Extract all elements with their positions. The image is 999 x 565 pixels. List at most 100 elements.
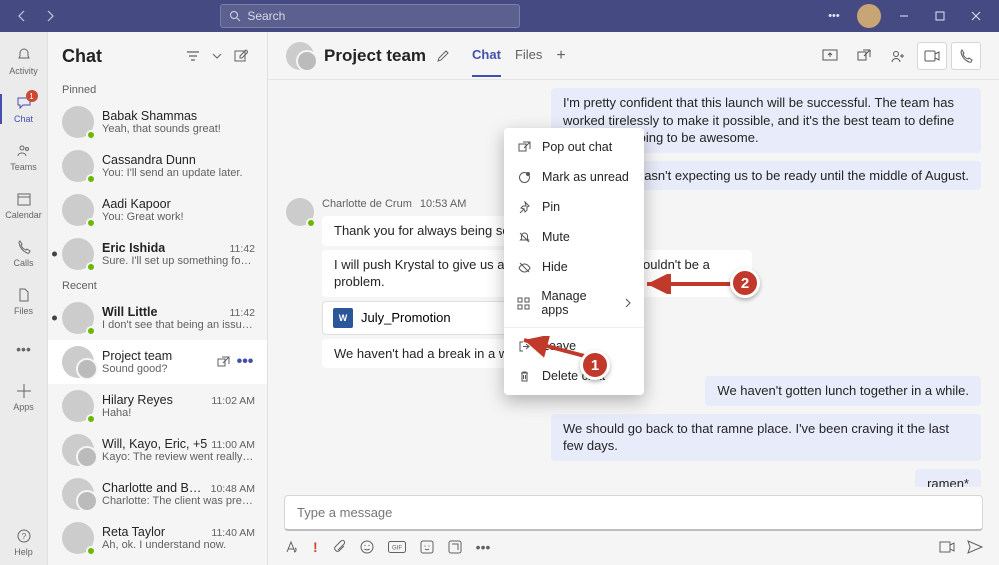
chat-list-item[interactable]: Project teamSound good?••• bbox=[48, 340, 267, 384]
ctx-pin[interactable]: Pin bbox=[504, 192, 644, 222]
minimize-button[interactable] bbox=[891, 3, 917, 29]
ctx-mute[interactable]: Mute bbox=[504, 222, 644, 252]
rail-apps[interactable]: Apps bbox=[0, 374, 48, 420]
chat-preview: You: I'll send an update later. bbox=[102, 167, 255, 179]
audio-call-button[interactable] bbox=[951, 42, 981, 70]
screen-share-icon[interactable] bbox=[815, 42, 845, 70]
chat-badge: 1 bbox=[26, 90, 38, 102]
ctx-label: Pin bbox=[542, 200, 560, 214]
pin-icon bbox=[516, 199, 532, 215]
avatar bbox=[62, 434, 94, 466]
ctx-popout[interactable]: Pop out chat bbox=[504, 132, 644, 162]
edit-icon[interactable] bbox=[436, 49, 450, 63]
sender-avatar bbox=[286, 198, 314, 226]
chat-list-item[interactable]: Hilary Reyes11:02 AMHaha! bbox=[48, 384, 267, 428]
annotation-badge-2: 2 bbox=[730, 268, 760, 298]
avatar bbox=[62, 106, 94, 138]
rail-calls[interactable]: Calls bbox=[0, 230, 48, 276]
tab-files[interactable]: Files bbox=[515, 35, 542, 77]
ctx-label: Manage apps bbox=[541, 289, 614, 317]
gif-icon[interactable]: GIF bbox=[388, 541, 406, 553]
ctx-label: Mark as unread bbox=[542, 170, 629, 184]
chat-list-item[interactable]: Will Little11:42I don't see that being a… bbox=[48, 296, 267, 340]
emoji-icon[interactable] bbox=[360, 540, 374, 554]
sticker-icon[interactable] bbox=[420, 540, 434, 554]
chat-name: Babak Shammas bbox=[102, 109, 197, 123]
chat-preview: Haha! bbox=[102, 407, 255, 419]
more-icon[interactable]: ••• bbox=[476, 539, 491, 555]
chat-time: 11:40 AM bbox=[211, 527, 255, 539]
attach-icon[interactable] bbox=[332, 540, 346, 554]
popout-chat-icon[interactable] bbox=[213, 352, 233, 372]
chat-preview: Kayo: The review went really well! Can't… bbox=[102, 451, 255, 463]
chat-list-item[interactable]: Joshua VanBuren10:29 AMThanks for review… bbox=[48, 560, 267, 565]
ctx-unread[interactable]: Mark as unread bbox=[504, 162, 644, 192]
chat-preview: I don't see that being an issue. Can you… bbox=[102, 319, 255, 331]
loop-icon[interactable] bbox=[448, 540, 462, 554]
filter-button[interactable] bbox=[181, 44, 205, 68]
ctx-label: Hide bbox=[542, 260, 568, 274]
ctx-apps[interactable]: Manage apps bbox=[504, 282, 644, 324]
chat-name: Hilary Reyes bbox=[102, 393, 173, 407]
chat-name: Cassandra Dunn bbox=[102, 153, 196, 167]
chat-list-item[interactable]: Eric Ishida11:42Sure. I'll set up someth… bbox=[48, 232, 267, 276]
forward-button[interactable] bbox=[38, 4, 62, 28]
pinned-label: Pinned bbox=[48, 80, 267, 100]
message-input[interactable]: Type a message bbox=[284, 495, 983, 531]
tab-chat[interactable]: Chat bbox=[472, 35, 501, 77]
chat-preview: Sure. I'll set up something for next wee… bbox=[102, 255, 255, 267]
chat-preview: You: Great work! bbox=[102, 211, 255, 223]
chat-time: 11:42 bbox=[230, 243, 256, 255]
conversation-header: Project team Chat Files + bbox=[268, 32, 999, 80]
chat-list-item[interactable]: Aadi KapoorYou: Great work! bbox=[48, 188, 267, 232]
popout-icon[interactable] bbox=[849, 42, 879, 70]
popout-icon bbox=[516, 139, 532, 155]
maximize-button[interactable] bbox=[927, 3, 953, 29]
recent-label: Recent bbox=[48, 276, 267, 296]
add-people-icon[interactable] bbox=[883, 42, 913, 70]
rail-more[interactable]: ••• bbox=[0, 326, 48, 372]
close-button[interactable] bbox=[963, 3, 989, 29]
search-input[interactable]: Search bbox=[220, 4, 520, 28]
add-tab-button[interactable]: + bbox=[556, 35, 565, 77]
rail-files[interactable]: Files bbox=[0, 278, 48, 324]
rail-help[interactable]: ? Help bbox=[0, 519, 48, 565]
avatar bbox=[62, 522, 94, 554]
hide-icon bbox=[516, 259, 532, 275]
video-call-button[interactable] bbox=[917, 42, 947, 70]
chat-name: Charlotte and Babak bbox=[102, 481, 207, 495]
format-icon[interactable] bbox=[284, 540, 299, 555]
chat-time: 11:42 bbox=[230, 307, 256, 319]
more-options-button[interactable]: ••• bbox=[235, 352, 255, 372]
chat-list-item[interactable]: Babak ShammasYeah, that sounds great! bbox=[48, 100, 267, 144]
message-out: We haven't gotten lunch together in a wh… bbox=[705, 376, 981, 406]
rail-activity[interactable]: Activity bbox=[0, 38, 48, 84]
chat-preview: Yeah, that sounds great! bbox=[102, 123, 255, 135]
ctx-delete[interactable]: Delete chat bbox=[504, 361, 644, 391]
chat-name: Reta Taylor bbox=[102, 525, 165, 539]
chat-list-item[interactable]: Charlotte and Babak10:48 AMCharlotte: Th… bbox=[48, 472, 267, 516]
user-avatar[interactable] bbox=[857, 4, 881, 28]
attachment-name: July_Promotion bbox=[361, 310, 451, 325]
back-button[interactable] bbox=[10, 4, 34, 28]
word-file-icon: W bbox=[333, 308, 353, 328]
send-button[interactable] bbox=[967, 540, 983, 554]
rail-calendar[interactable]: Calendar bbox=[0, 182, 48, 228]
delete-icon bbox=[516, 368, 532, 384]
chat-list-item[interactable]: Cassandra DunnYou: I'll send an update l… bbox=[48, 144, 267, 188]
priority-icon[interactable]: ! bbox=[313, 539, 318, 555]
sender-time: 10:53 AM bbox=[420, 198, 466, 210]
svg-text:?: ? bbox=[21, 532, 26, 541]
send-later-icon[interactable] bbox=[939, 540, 955, 554]
chat-list-item[interactable]: Reta Taylor 11:40 AMAh, ok. I understand … bbox=[48, 516, 267, 560]
search-placeholder: Search bbox=[247, 9, 285, 23]
ctx-hide[interactable]: Hide bbox=[504, 252, 644, 282]
new-chat-button[interactable] bbox=[229, 44, 253, 68]
compose-area: Type a message ! GIF ••• bbox=[268, 487, 999, 565]
rail-teams[interactable]: Teams bbox=[0, 134, 48, 180]
chat-preview: Ah, ok. I understand now. bbox=[102, 539, 255, 551]
more-button[interactable]: ••• bbox=[821, 3, 847, 29]
chevron-down-icon[interactable] bbox=[205, 44, 229, 68]
chat-list-item[interactable]: Will, Kayo, Eric, +511:00 AMKayo: The re… bbox=[48, 428, 267, 472]
rail-chat[interactable]: Chat 1 bbox=[0, 86, 48, 132]
